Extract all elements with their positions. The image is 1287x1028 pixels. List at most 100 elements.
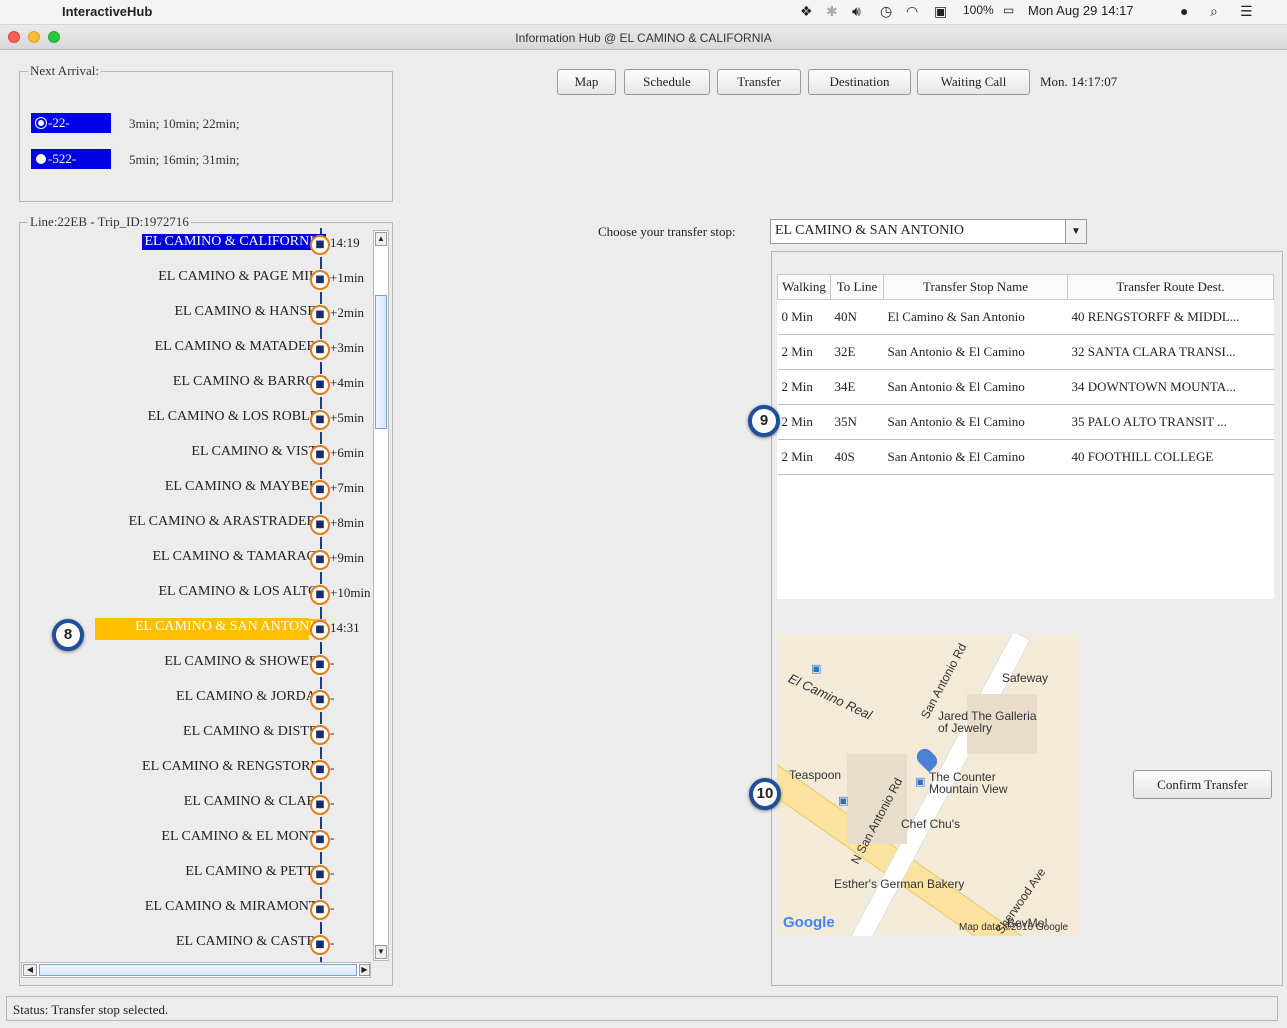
stop-row[interactable]: EL CAMINO & HANSEN ■ +2min [20, 298, 372, 333]
stop-time: - [330, 795, 335, 810]
map-label-esther: Esther's German Bakery [834, 877, 965, 891]
bus-stop-icon: ■ [310, 655, 330, 675]
wifi-icon[interactable]: ◠ [906, 3, 918, 20]
volume-icon[interactable]: 🔊︎ [852, 3, 861, 20]
stop-list[interactable]: EL CAMINO & CALIFORNIA ■ 14:19 EL CAMINO & … [20, 228, 372, 963]
col-route-dest[interactable]: Transfer Route Dest. [1067, 274, 1274, 300]
stop-row[interactable]: EL CAMINO & MIRAMONTE ■ - [20, 893, 372, 928]
table-cell: 40 FOOTHILL COLLEGE [1067, 439, 1274, 475]
stop-row[interactable]: EL CAMINO & CLARK ■ - [20, 788, 372, 823]
user-icon[interactable]: ● [1180, 3, 1188, 19]
table-row[interactable]: 2 Min 32E San Antonio & El Camino 32 SANTA … [777, 334, 1274, 370]
stop-row[interactable]: EL CAMINO & LOS ALTOS ■ +10min [20, 578, 372, 613]
bus-stop-icon: ■ [310, 270, 330, 290]
app-menu-name[interactable]: InteractiveHub [62, 4, 152, 19]
stop-time: +4min [330, 375, 365, 390]
transfer-table[interactable]: Walking To Line Transfer Stop Name Trans… [777, 274, 1274, 475]
stop-row[interactable]: EL CAMINO & ARASTRADERO ■ +8min [20, 508, 372, 543]
stop-time: 14:31 [330, 620, 360, 635]
app-status-icon[interactable]: ▣ [934, 3, 947, 20]
bus-stop-icon[interactable]: ▣ [915, 775, 925, 788]
transfer-table-container[interactable]: Walking To Line Transfer Stop Name Trans… [777, 274, 1274, 599]
col-walking[interactable]: Walking [777, 274, 831, 300]
selected-route-radio-icon [36, 118, 46, 128]
stop-row[interactable]: EL CAMINO & BARRON ■ +4min [20, 368, 372, 403]
stop-row[interactable]: EL CAMINO & VISTA ■ +6min [20, 438, 372, 473]
bus-stop-icon[interactable]: ▣ [811, 662, 821, 675]
stop-time: - [330, 725, 335, 740]
scroll-left-arrow-icon[interactable]: ◀ [23, 964, 37, 976]
dropbox-icon[interactable]: ❖ [800, 3, 813, 20]
bus-stop-icon[interactable]: ▣ [838, 794, 848, 807]
waiting-call-button[interactable]: Waiting Call [917, 69, 1030, 95]
transfer-map[interactable]: El Camino Real San Antonio Rd N San Anto… [777, 634, 1079, 936]
transfer-button[interactable]: Transfer [717, 69, 801, 95]
table-cell: 35 PALO ALTO TRANSIT ... [1067, 404, 1274, 440]
stop-row[interactable]: EL CAMINO & CASTRO ■ - [20, 928, 372, 963]
map-button[interactable]: Map [557, 69, 616, 95]
spotlight-search-icon[interactable]: ⌕ [1210, 3, 1218, 20]
route-22-arrivals: 3min; 10min; 22min; [129, 116, 240, 131]
table-cell: 2 Min [777, 334, 831, 370]
stop-row[interactable]: EL CAMINO & PAGE MILL ■ +1min [20, 263, 372, 298]
scroll-up-arrow-icon[interactable]: ▲ [375, 232, 387, 246]
map-label-el-camino: El Camino Real [786, 670, 875, 723]
horizontal-scrollbar[interactable]: ◀ ▶ [21, 962, 371, 978]
bus-stop-icon: ■ [310, 585, 330, 605]
stop-row[interactable]: EL CAMINO & LOS ROBLES ■ +5min [20, 403, 372, 438]
bus-stop-icon: ■ [310, 935, 330, 955]
table-cell: 2 Min [777, 404, 831, 440]
stop-time: 14:19 [330, 235, 360, 250]
stop-time: - [330, 655, 335, 670]
stop-row[interactable]: EL CAMINO & SHOWERS ■ - [20, 648, 372, 683]
battery-icon[interactable]: ▭ [1003, 3, 1014, 17]
stop-name: EL CAMINO & LOS ALTOS [158, 584, 326, 599]
dropdown-arrow-icon[interactable]: ▼ [1065, 220, 1086, 243]
table-cell: 2 Min [777, 439, 831, 475]
table-cell: San Antonio & El Camino [883, 369, 1068, 405]
bluetooth-icon[interactable]: ✱ [826, 3, 838, 20]
col-stop-name[interactable]: Transfer Stop Name [883, 274, 1068, 300]
destination-button[interactable]: Destination [808, 69, 911, 95]
table-row[interactable]: 0 Min 40N El Camino & San Antonio 40 RENGST… [777, 299, 1274, 335]
stop-name: EL CAMINO & LOS ROBLES [147, 409, 326, 424]
time-machine-icon[interactable]: ◷ [880, 3, 892, 20]
stop-row[interactable]: EL CAMINO & MATADERO ■ +3min [20, 333, 372, 368]
marker-9: 9 [748, 405, 780, 437]
notification-center-icon[interactable]: ☰ [1240, 3, 1253, 20]
table-cell: El Camino & San Antonio [883, 299, 1068, 335]
next-arrival-panel [19, 71, 393, 202]
route-522-badge[interactable]: -522- [31, 149, 111, 169]
stop-time: +5min [330, 410, 365, 425]
stop-row[interactable]: EL CAMINO & PETTIS ■ - [20, 858, 372, 893]
table-cell: 32 SANTA CLARA TRANSI... [1067, 334, 1274, 370]
scroll-right-arrow-icon[interactable]: ▶ [359, 964, 370, 976]
horizontal-scroll-thumb[interactable] [39, 964, 357, 976]
vertical-scroll-thumb[interactable] [375, 295, 387, 429]
table-row[interactable]: 2 Min 34E San Antonio & El Camino 34 DOWNTO… [777, 369, 1274, 405]
current-time-label: Mon. 14:17:07 [1040, 74, 1118, 89]
window-title: Information Hub @ EL CAMINO & CALIFORNIA [515, 31, 772, 45]
table-row[interactable]: 2 Min 35N San Antonio & El Camino 35 PALO A… [777, 404, 1274, 440]
stop-row[interactable]: EL CAMINO & JORDAN ■ - [20, 683, 372, 718]
col-to-line[interactable]: To Line [830, 274, 884, 300]
stop-name: EL CAMINO & MATADERO [154, 339, 326, 354]
stop-row[interactable]: EL CAMINO & EL MONTE ■ - [20, 823, 372, 858]
vertical-scrollbar[interactable]: ▲ ▼ [373, 230, 389, 961]
stop-row[interactable]: EL CAMINO & MAYBELL ■ +7min [20, 473, 372, 508]
stop-name: EL CAMINO & SHOWERS [164, 654, 326, 669]
scroll-down-arrow-icon[interactable]: ▼ [375, 945, 387, 959]
stop-row[interactable]: EL CAMINO & CALIFORNIA ■ 14:19 [20, 228, 372, 263]
stop-row[interactable]: EL CAMINO & RENGSTORFF ■ - [20, 753, 372, 788]
confirm-transfer-button[interactable]: Confirm Transfer [1133, 770, 1272, 799]
stop-row[interactable]: EL CAMINO & TAMARACK ■ +9min [20, 543, 372, 578]
stop-row[interactable]: EL CAMINO & DISTEL ■ - [20, 718, 372, 753]
bus-stop-icon: ■ [310, 235, 330, 255]
stop-time: +9min [330, 550, 365, 565]
menubar-clock[interactable]: Mon Aug 29 14:17 [1028, 3, 1134, 18]
transfer-stop-dropdown[interactable]: EL CAMINO & SAN ANTONIO ▼ [770, 219, 1087, 244]
schedule-button[interactable]: Schedule [624, 69, 710, 95]
location-pin-icon[interactable] [913, 745, 941, 773]
route-22-badge[interactable]: -22- [31, 113, 111, 133]
table-row[interactable]: 2 Min 40S San Antonio & El Camino 40 FOOTHI… [777, 439, 1274, 475]
